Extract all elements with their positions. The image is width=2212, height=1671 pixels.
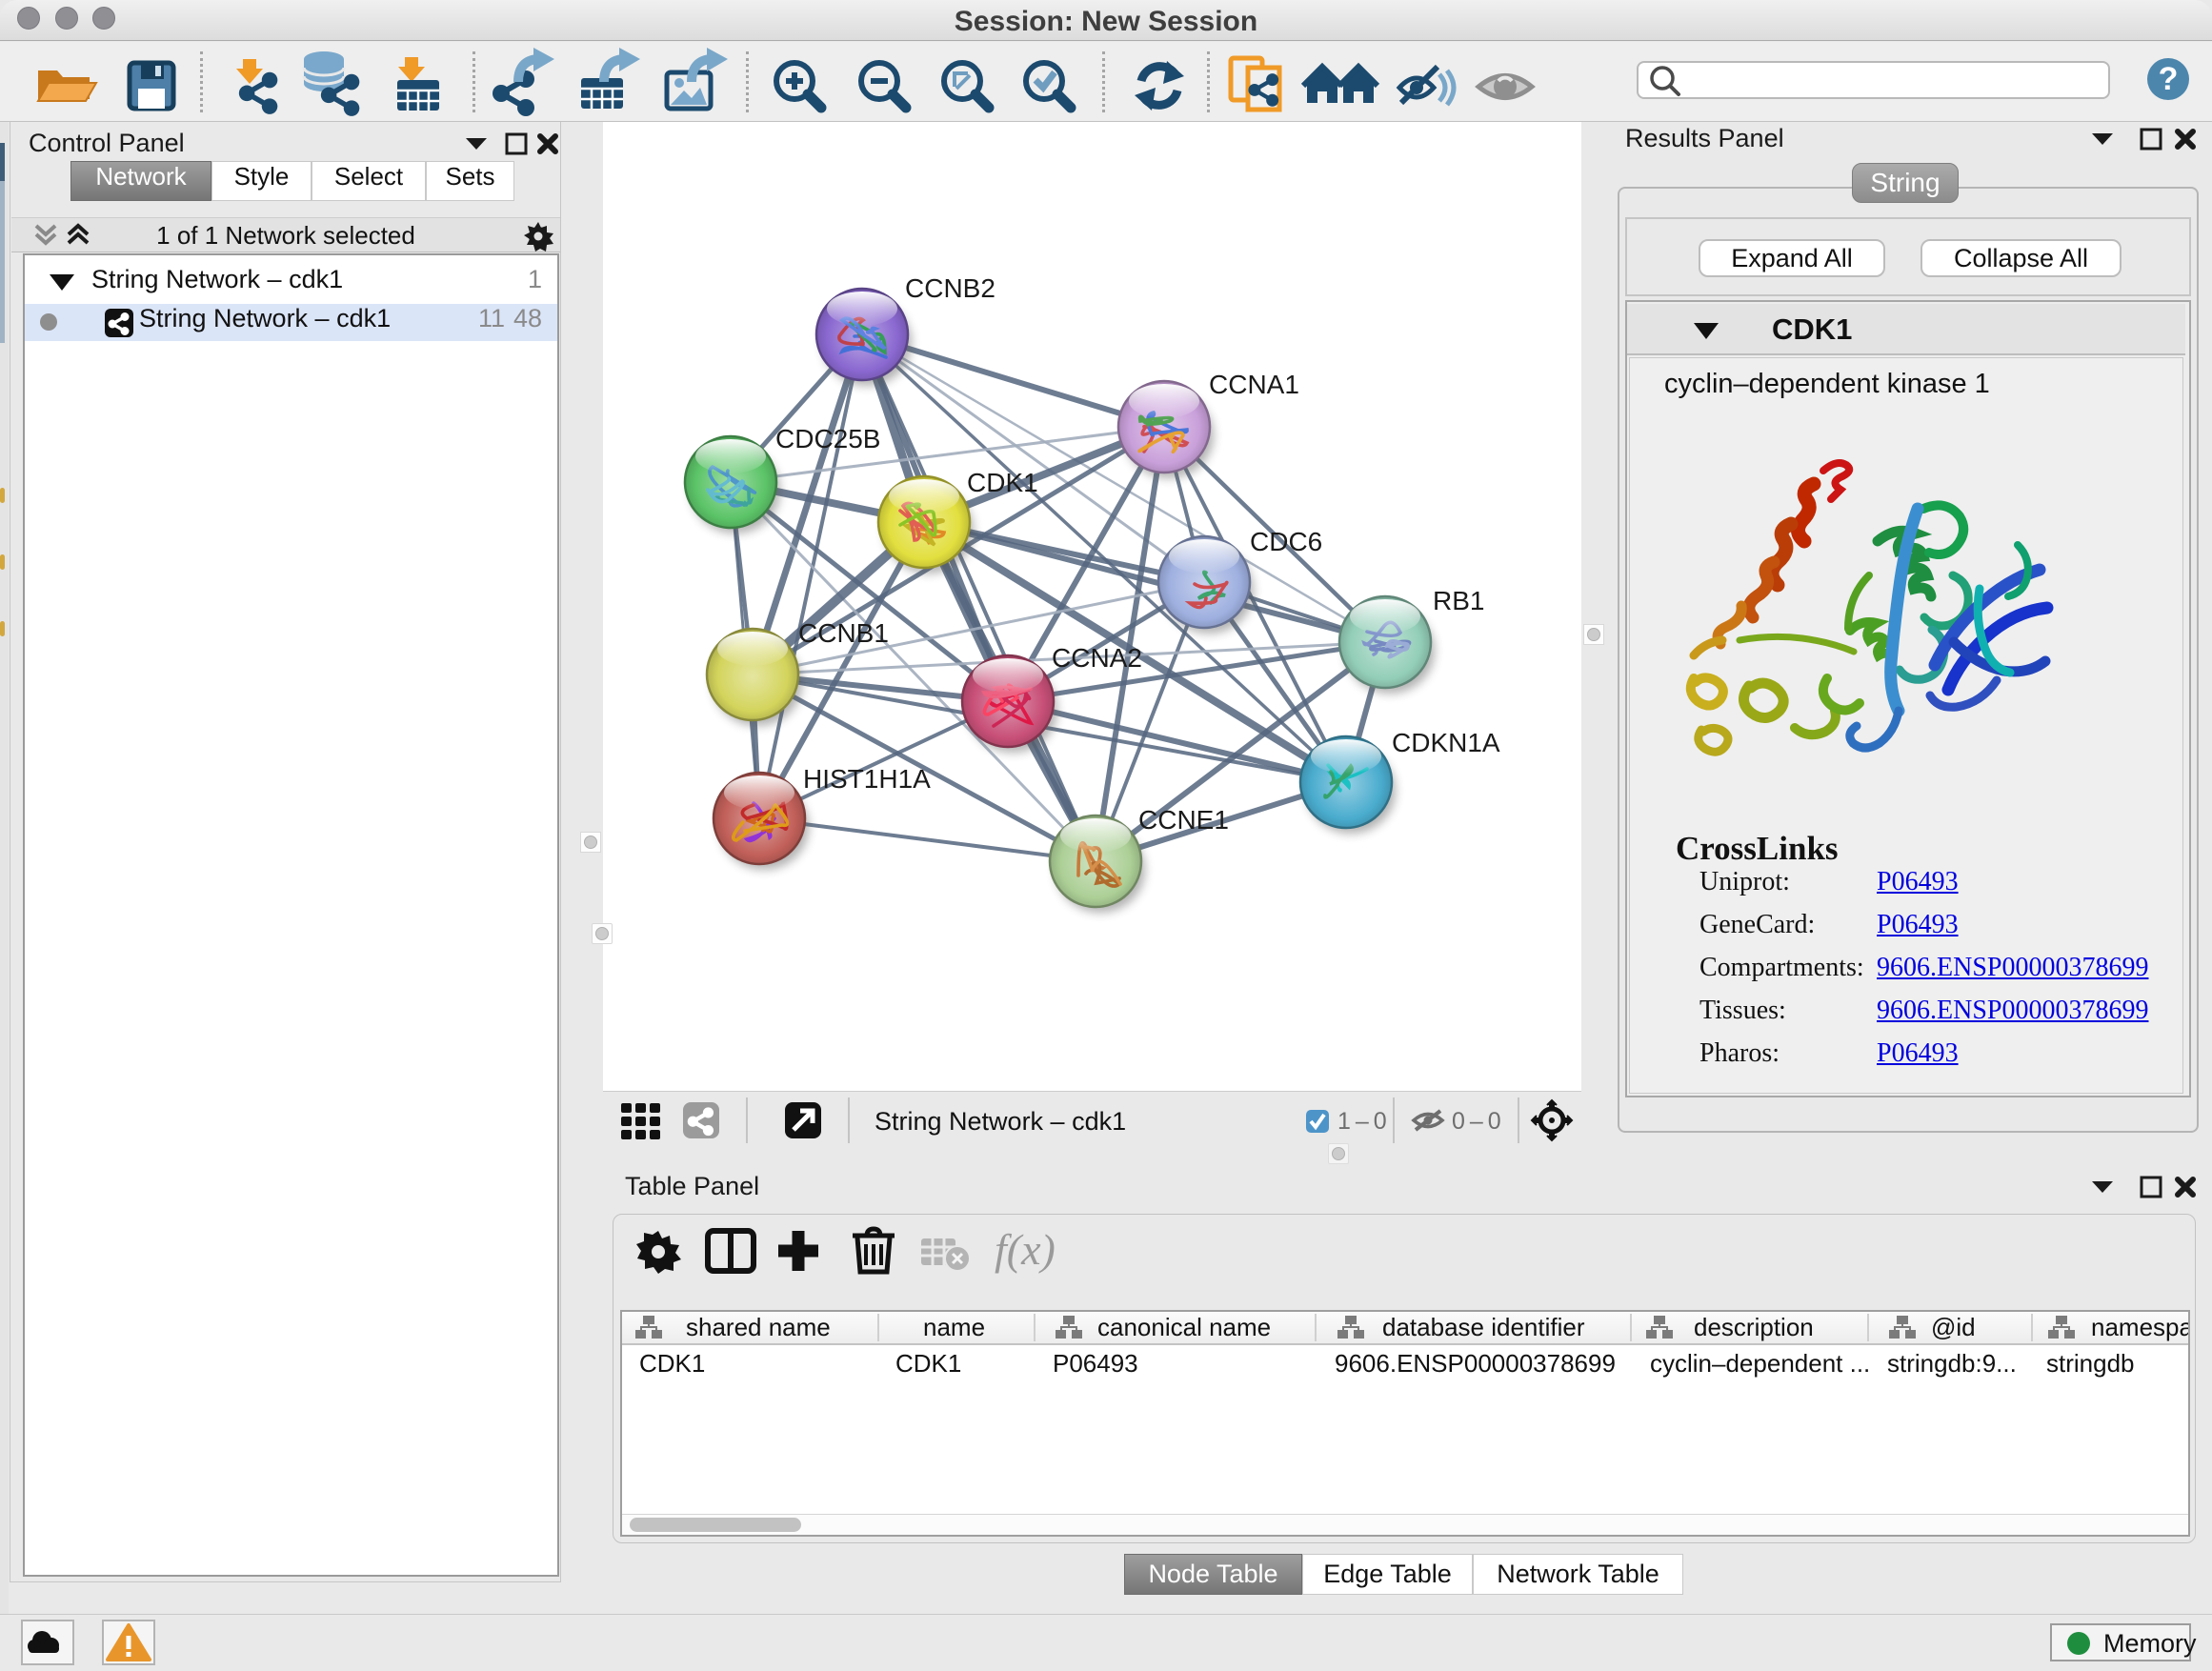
svg-text:CDK1: CDK1 [967,468,1038,497]
svg-text:canonical name: canonical name [1097,1313,1271,1341]
svg-text:CCNE1: CCNE1 [1138,805,1229,835]
svg-text:CDC6: CDC6 [1250,527,1322,556]
svg-text:CCNB1: CCNB1 [798,618,889,648]
svg-text:HIST1H1A: HIST1H1A [803,764,931,794]
svg-text:RB1: RB1 [1433,586,1484,615]
svg-text:CCNA1: CCNA1 [1209,370,1299,399]
svg-text:1 – 0: 1 – 0 [1337,1108,1386,1135]
svg-text:description: description [1694,1313,1814,1341]
svg-text:CCNB2: CCNB2 [905,273,995,303]
svg-text:CDKN1A: CDKN1A [1392,728,1500,757]
svg-text:CCNA2: CCNA2 [1052,643,1142,673]
svg-text:@id: @id [1931,1313,1976,1341]
svg-text:name: name [923,1313,985,1341]
svg-text:f(x): f(x) [995,1225,1056,1274]
svg-text:namespac: namespac [2091,1313,2188,1341]
svg-text:database identifier: database identifier [1382,1313,1585,1341]
svg-text:String Network – cdk1: String Network – cdk1 [875,1107,1126,1136]
svg-text:0 – 0: 0 – 0 [1452,1108,1500,1135]
svg-text:shared name: shared name [686,1313,831,1341]
svg-text:CDC25B: CDC25B [775,424,880,453]
